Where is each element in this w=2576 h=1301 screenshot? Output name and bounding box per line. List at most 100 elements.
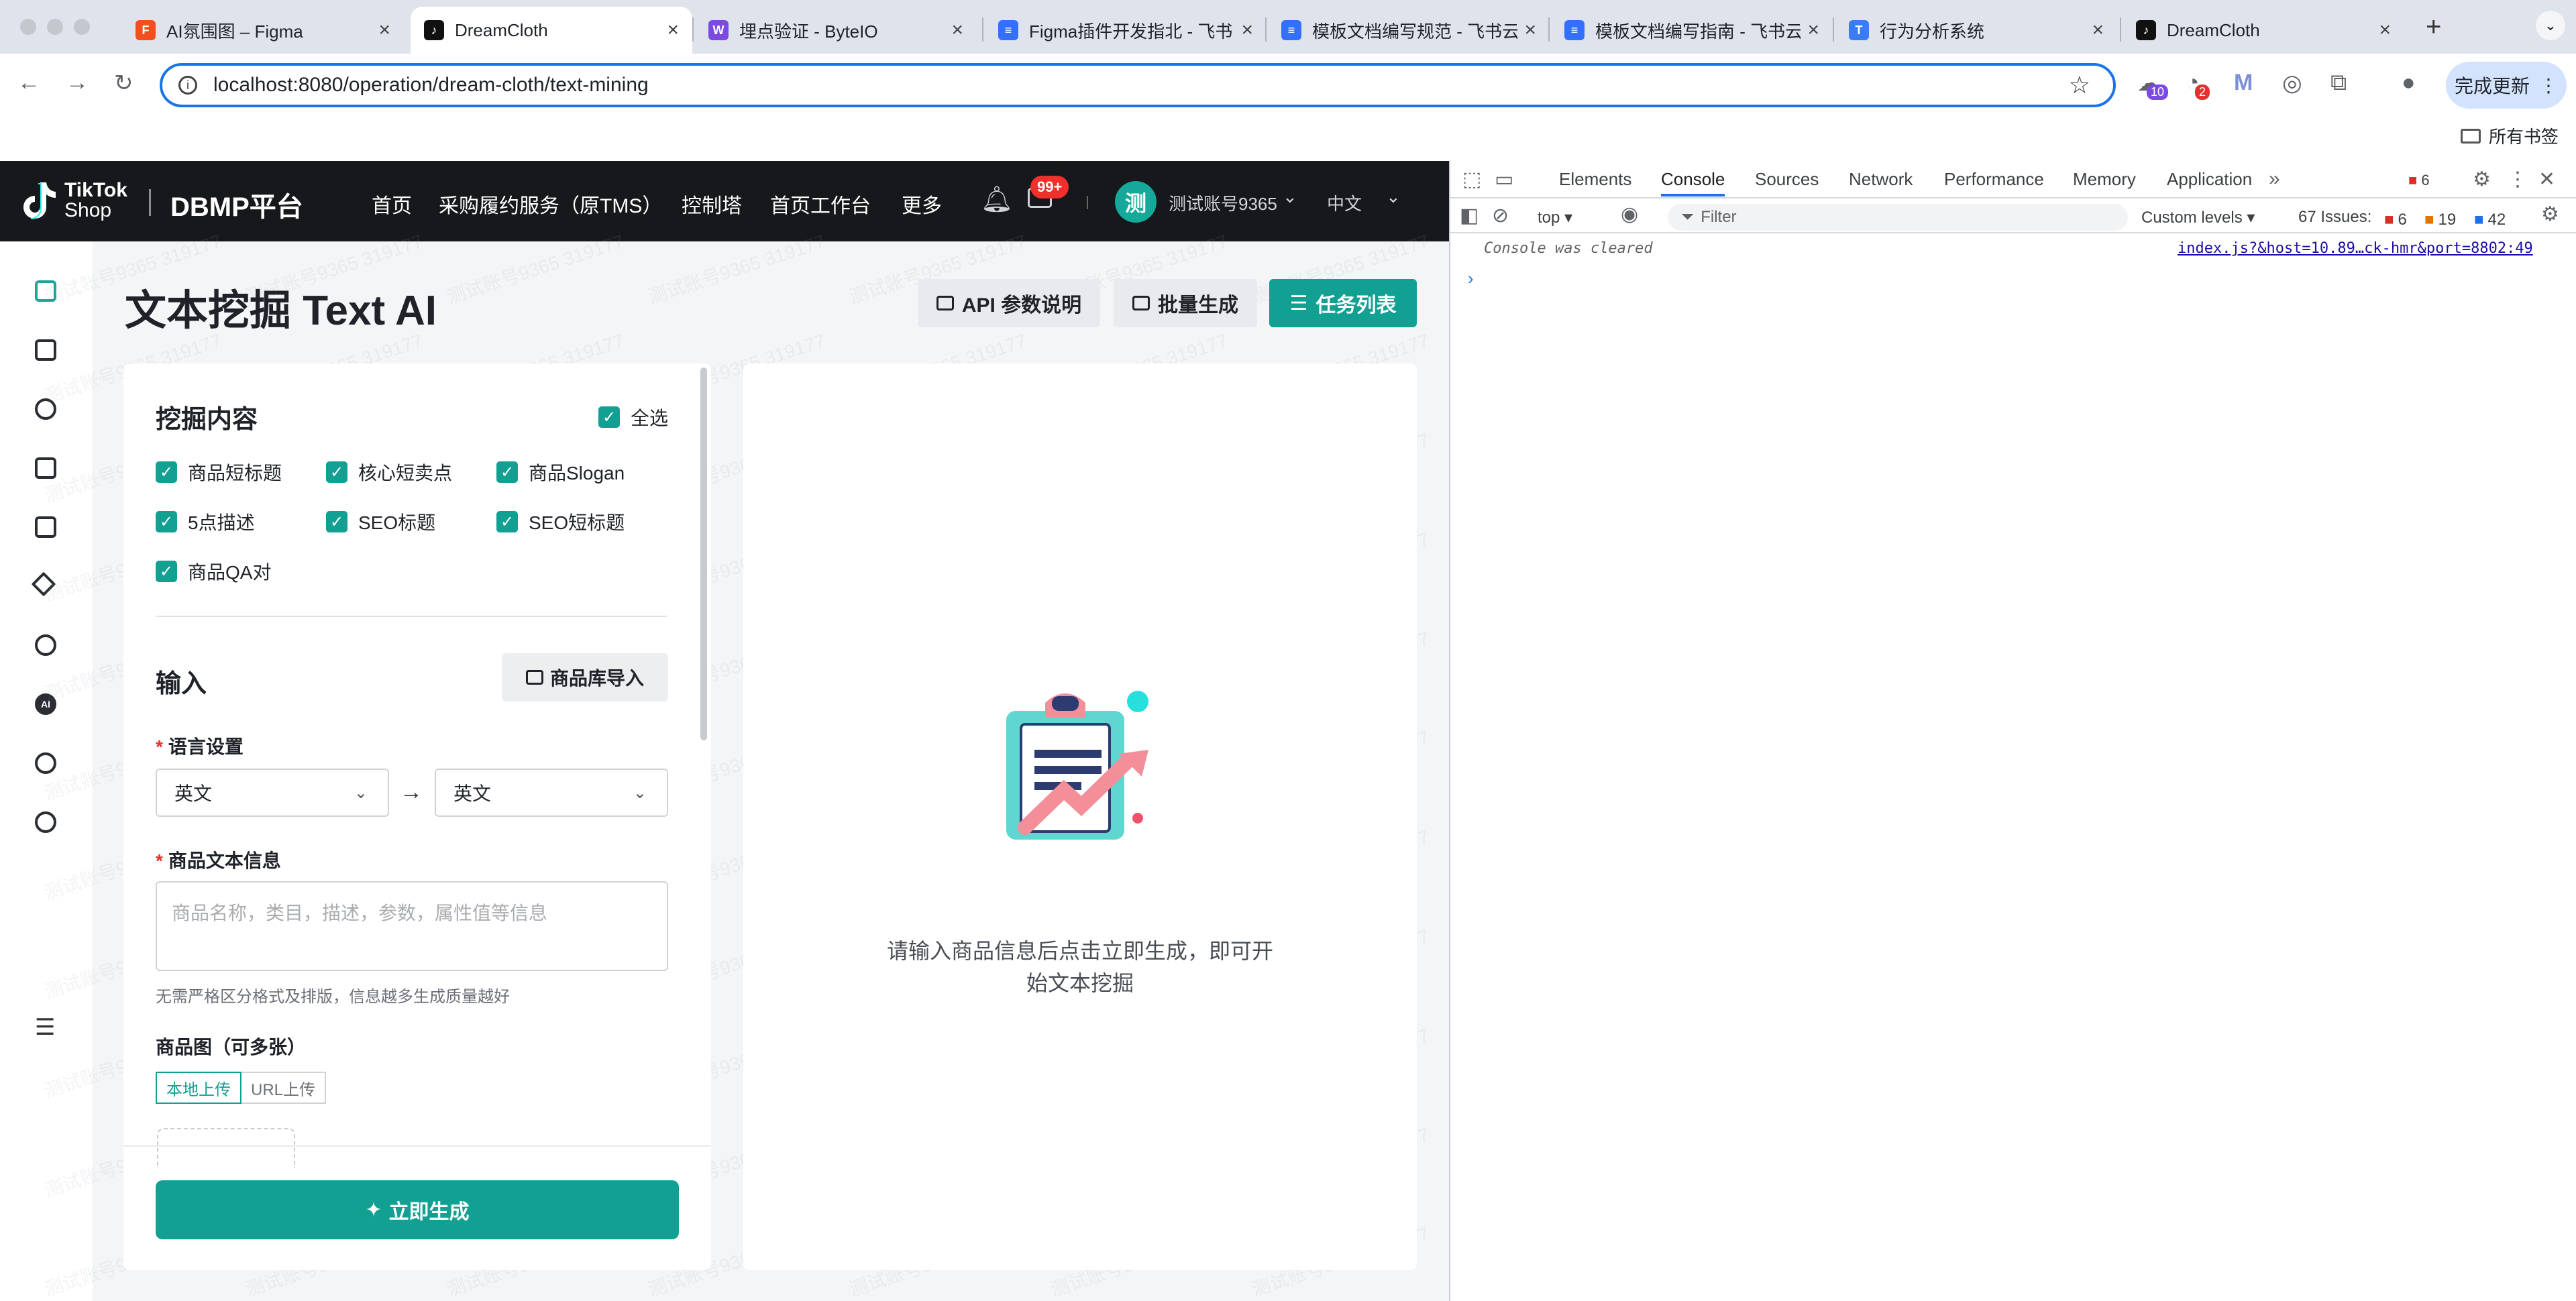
- extension-m-icon[interactable]: M: [2234, 70, 2253, 96]
- window-minimize-button[interactable]: [47, 19, 63, 35]
- tab-sources[interactable]: Sources: [1755, 169, 1819, 190]
- context-selector[interactable]: top ▾: [1538, 208, 1572, 227]
- chevron-down-icon[interactable]: ⌄: [1283, 186, 1297, 207]
- option-checkbox[interactable]: ✓ 核心短卖点: [326, 459, 452, 486]
- nav-more[interactable]: 更多: [902, 189, 942, 219]
- profile-icon[interactable]: ●: [2402, 70, 2416, 96]
- import-from-library-button[interactable]: 商品库导入: [502, 653, 668, 701]
- browser-tab[interactable]: ≡ 模板文档编写指南 - 飞书云 ×: [1551, 7, 1833, 54]
- new-tab-button[interactable]: +: [2426, 12, 2441, 42]
- language-switch[interactable]: 中文: [1327, 190, 1362, 215]
- tab-local-upload[interactable]: 本地上传: [156, 1072, 241, 1104]
- browser-tab[interactable]: ♪ DreamCloth ×: [2123, 7, 2404, 54]
- option-checkbox[interactable]: ✓ 商品QA对: [156, 558, 271, 585]
- close-icon[interactable]: ×: [1241, 19, 1253, 42]
- nav-control-tower[interactable]: 控制塔: [682, 189, 742, 219]
- option-checkbox[interactable]: ✓ SEO短标题: [496, 508, 625, 535]
- text-mining-icon[interactable]: [35, 280, 56, 302]
- box-icon[interactable]: [35, 457, 56, 479]
- close-icon[interactable]: ×: [1524, 19, 1536, 42]
- tiktok-shop-logo[interactable]: TikTok Shop: [20, 180, 127, 221]
- issues-label[interactable]: 67 Issues:: [2298, 208, 2371, 227]
- issue-info[interactable]: ■ 42: [2474, 211, 2506, 229]
- option-checkbox[interactable]: ✓ 商品Slogan: [496, 459, 625, 486]
- username[interactable]: 测试账号9365: [1169, 190, 1277, 215]
- address-url[interactable]: localhost:8080/operation/dream-cloth/tex…: [213, 74, 649, 97]
- console-settings-icon[interactable]: ⚙: [2541, 203, 2559, 226]
- browser-tab[interactable]: W 埋点验证 - ByteIO ×: [695, 7, 977, 54]
- settings-icon[interactable]: [35, 752, 56, 774]
- eye-icon[interactable]: ◉: [1621, 203, 1638, 226]
- tab-network[interactable]: Network: [1849, 169, 1913, 190]
- close-icon[interactable]: ×: [378, 19, 390, 42]
- api-docs-button[interactable]: API 参数说明: [918, 279, 1100, 327]
- settings-icon[interactable]: [35, 811, 56, 833]
- tab-console[interactable]: Console: [1661, 169, 1725, 196]
- product-text-input[interactable]: 商品名称，类目，描述，参数，属性值等信息: [156, 881, 668, 971]
- nav-tms[interactable]: 采购履约服务（原TMS）: [439, 189, 662, 219]
- extension-icon[interactable]: ◎: [2282, 70, 2302, 97]
- image-icon[interactable]: [35, 339, 56, 361]
- settings-icon[interactable]: [35, 634, 56, 656]
- collapse-menu-icon[interactable]: ☰: [35, 1014, 55, 1041]
- bell-icon[interactable]: 🔔︎: [981, 185, 1013, 215]
- option-checkbox[interactable]: ✓ 商品短标题: [156, 459, 282, 486]
- browser-tab[interactable]: F AI氛围图 – Figma ×: [122, 7, 404, 54]
- issue-warnings[interactable]: ■ 19: [2424, 211, 2456, 229]
- task-list-button[interactable]: ☰ 任务列表: [1269, 279, 1417, 327]
- sidebar-toggle-icon[interactable]: ◧: [1460, 204, 1479, 227]
- more-tabs-icon[interactable]: »: [2269, 168, 2280, 190]
- tab-memory[interactable]: Memory: [2073, 169, 2136, 190]
- console-filter-input[interactable]: ⏷ Filter: [1668, 204, 2128, 231]
- browser-tab[interactable]: ≡ 模板文档编写规范 - 飞书云 ×: [1268, 7, 1550, 54]
- option-checkbox[interactable]: ✓ 5点描述: [156, 508, 255, 535]
- site-info-icon[interactable]: i: [178, 76, 197, 95]
- image-upload-dropzone[interactable]: [157, 1128, 295, 1168]
- back-icon[interactable]: ←: [17, 70, 40, 96]
- inspect-element-icon[interactable]: ⬚: [1462, 168, 1481, 191]
- browser-tab[interactable]: ≡ Figma插件开发指北 - 飞书 ×: [985, 7, 1267, 54]
- close-icon[interactable]: ×: [1807, 19, 1819, 42]
- image-edit-icon[interactable]: [35, 516, 56, 538]
- ai-icon[interactable]: AI: [35, 693, 56, 715]
- error-count-badge[interactable]: ■ 6: [2408, 172, 2430, 189]
- device-toolbar-icon[interactable]: ▭: [1495, 168, 1513, 191]
- clear-console-icon[interactable]: ⊘: [1492, 204, 1509, 227]
- reload-icon[interactable]: ↻: [114, 70, 133, 97]
- tab-url-upload[interactable]: URL上传: [241, 1072, 327, 1104]
- more-vert-icon[interactable]: ⋮: [2508, 168, 2528, 191]
- chevron-down-icon[interactable]: ⌄: [1386, 186, 1401, 207]
- nav-workbench[interactable]: 首页工作台: [770, 189, 871, 219]
- forward-icon[interactable]: →: [66, 70, 89, 96]
- avatar[interactable]: 测: [1115, 181, 1157, 223]
- log-levels-select[interactable]: Custom levels ▾: [2141, 208, 2255, 227]
- ai-face-icon[interactable]: [35, 398, 56, 420]
- target-language-select[interactable]: 英文 ⌄: [435, 769, 668, 817]
- window-zoom-button[interactable]: [74, 19, 90, 35]
- tab-application[interactable]: Application: [2167, 169, 2252, 190]
- window-close-button[interactable]: [20, 19, 36, 35]
- close-icon[interactable]: ×: [951, 19, 963, 42]
- nav-home[interactable]: 首页: [372, 189, 412, 219]
- panel-scrollbar[interactable]: [700, 367, 707, 740]
- tab-elements[interactable]: Elements: [1559, 169, 1631, 190]
- close-icon[interactable]: ×: [2379, 19, 2391, 42]
- close-icon[interactable]: ×: [667, 19, 679, 42]
- extensions-puzzle-icon[interactable]: ⧉: [2330, 70, 2347, 96]
- address-bar[interactable]: i localhost:8080/operation/dream-cloth/t…: [160, 63, 2116, 107]
- all-bookmarks[interactable]: 所有书签: [2461, 123, 2559, 148]
- source-language-select[interactable]: 英文 ⌄: [156, 769, 389, 817]
- option-checkbox[interactable]: ✓ SEO标题: [326, 508, 435, 535]
- batch-generate-button[interactable]: 批量生成: [1114, 279, 1257, 327]
- close-icon[interactable]: ✕: [2538, 168, 2555, 191]
- tab-search-button[interactable]: ⌄: [2536, 11, 2565, 40]
- browser-tab[interactable]: ♪ DreamCloth ×: [411, 7, 692, 54]
- generate-button[interactable]: ✦ 立即生成: [156, 1180, 679, 1239]
- select-all-checkbox[interactable]: ✓ 全选: [598, 404, 668, 431]
- close-icon[interactable]: ×: [2092, 19, 2104, 42]
- update-button[interactable]: 完成更新 ⋮: [2446, 62, 2567, 109]
- issue-errors[interactable]: ■ 6: [2384, 211, 2407, 229]
- tab-performance[interactable]: Performance: [1944, 169, 2044, 190]
- settings-gear-icon[interactable]: ⚙: [2473, 168, 2491, 191]
- console-source-link[interactable]: index.js?&host=10.89…ck-hmr&port=8802:49: [2178, 240, 2533, 257]
